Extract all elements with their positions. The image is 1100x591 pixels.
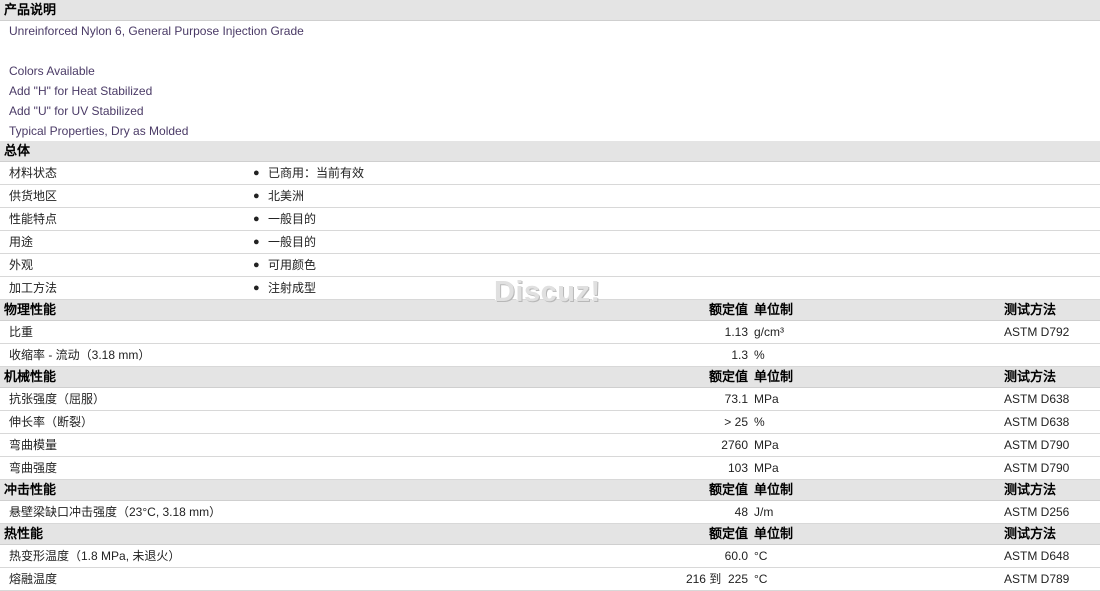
property-value: 1.13: [724, 325, 748, 339]
description-blank-line: [0, 41, 1100, 61]
test-method: ASTM D648: [1004, 549, 1070, 563]
table-row: 材料状态 ● 已商用：当前有效: [0, 162, 1100, 185]
property-value: 216 到 225: [685, 572, 748, 586]
table-row: 弯曲模量 2760 MPa ASTM D790: [0, 434, 1100, 457]
property-label: 热变形温度（1.8 MPa, 未退火）: [9, 549, 181, 563]
section-title: 物理性能: [4, 302, 57, 317]
property-unit: %: [754, 415, 765, 429]
column-header-value: 额定值: [708, 369, 748, 384]
description-line: Add "H" for Heat Stabilized: [9, 84, 153, 98]
property-value: 一般目的: [268, 212, 317, 226]
property-value: 2760: [721, 438, 748, 452]
property-unit: °C: [754, 549, 768, 563]
table-row: 伸长率（断裂） > 25 % ASTM D638: [0, 411, 1100, 434]
property-value: 73.1: [724, 392, 748, 406]
property-label: 伸长率（断裂）: [9, 415, 94, 429]
table-row: 收缩率 - 流动（3.18 mm） 1.3 %: [0, 344, 1100, 367]
property-unit: MPa: [754, 461, 779, 475]
section-header-mechanical: 机械性能 额定值 单位制 测试方法: [0, 367, 1100, 388]
property-unit: MPa: [754, 438, 779, 452]
property-unit: °C: [754, 572, 768, 586]
property-unit: MPa: [754, 392, 779, 406]
property-value: > 25: [724, 415, 748, 429]
property-label: 比重: [9, 325, 34, 339]
test-method: ASTM D256: [1004, 505, 1070, 519]
property-value: 60.0: [724, 549, 748, 563]
property-value: 103: [727, 461, 748, 475]
test-method: ASTM D638: [1004, 415, 1070, 429]
bullet-icon: ●: [253, 259, 260, 271]
property-label: 材料状态: [9, 166, 58, 180]
bullet-icon: ●: [253, 190, 260, 202]
section-title: 总体: [4, 143, 31, 158]
section-header-impact: 冲击性能 额定值 单位制 测试方法: [0, 480, 1100, 501]
section-title: 机械性能: [4, 369, 57, 384]
property-label: 弯曲模量: [9, 438, 58, 452]
property-value: 可用颜色: [268, 258, 317, 272]
table-row: 性能特点 ● 一般目的: [0, 208, 1100, 231]
test-method: ASTM D789: [1004, 572, 1070, 586]
table-row: 熔融温度 216 到 225 °C ASTM D789: [0, 568, 1100, 591]
property-label: 抗张强度（屈服）: [9, 392, 106, 406]
column-header-unit: 单位制: [754, 369, 794, 384]
property-value: 北美洲: [268, 189, 305, 203]
property-value: 注射成型: [268, 281, 317, 295]
section-header-general: 总体: [0, 141, 1100, 162]
property-value: 48: [734, 505, 748, 519]
property-unit: %: [754, 348, 765, 362]
test-method: ASTM D792: [1004, 325, 1070, 339]
test-method: ASTM D790: [1004, 438, 1070, 452]
property-unit: g/cm³: [754, 325, 784, 339]
watermark-logo: Discuz!: [494, 276, 601, 308]
property-label: 供货地区: [9, 189, 58, 203]
section-title: 热性能: [4, 526, 44, 541]
column-header-unit: 单位制: [754, 526, 794, 541]
section-header-description: 产品说明: [0, 0, 1100, 21]
table-row: 供货地区 ● 北美洲: [0, 185, 1100, 208]
table-row: 悬壁梁缺口冲击强度（23°C, 3.18 mm） 48 J/m ASTM D25…: [0, 501, 1100, 524]
section-title: 产品说明: [4, 2, 57, 17]
property-label: 悬壁梁缺口冲击强度（23°C, 3.18 mm）: [9, 505, 222, 519]
test-method: ASTM D638: [1004, 392, 1070, 406]
property-value: 1.3: [731, 348, 748, 362]
table-row: 用途 ● 一般目的: [0, 231, 1100, 254]
property-unit: J/m: [754, 505, 774, 519]
bullet-icon: ●: [253, 282, 260, 294]
property-label: 加工方法: [9, 281, 58, 295]
column-header-value: 额定值: [708, 302, 748, 317]
table-row: 弯曲强度 103 MPa ASTM D790: [0, 457, 1100, 480]
description-line: Colors Available: [9, 64, 95, 78]
section-title: 冲击性能: [4, 482, 57, 497]
property-label: 熔融温度: [9, 572, 58, 586]
bullet-icon: ●: [253, 213, 260, 225]
test-method: ASTM D790: [1004, 461, 1070, 475]
section-header-thermal: 热性能 额定值 单位制 测试方法: [0, 524, 1100, 545]
column-header-value: 额定值: [708, 526, 748, 541]
description-line: Add "U" for UV Stabilized: [9, 104, 144, 118]
bullet-icon: ●: [253, 236, 260, 248]
property-value: 已商用：当前有效: [268, 166, 365, 180]
description-line: Unreinforced Nylon 6, General Purpose In…: [9, 24, 304, 38]
table-row: 热变形温度（1.8 MPa, 未退火） 60.0 °C ASTM D648: [0, 545, 1100, 568]
column-header-unit: 单位制: [754, 302, 794, 317]
column-header-method: 测试方法: [1004, 482, 1057, 497]
column-header-method: 测试方法: [1004, 526, 1057, 541]
column-header-method: 测试方法: [1004, 369, 1057, 384]
table-row: 外观 ● 可用颜色: [0, 254, 1100, 277]
property-label: 收缩率 - 流动（3.18 mm）: [9, 348, 151, 362]
table-row: 比重 1.13 g/cm³ ASTM D792: [0, 321, 1100, 344]
column-header-value: 额定值: [708, 482, 748, 497]
column-header-method: 测试方法: [1004, 302, 1057, 317]
bullet-icon: ●: [253, 167, 260, 179]
table-row: 抗张强度（屈服） 73.1 MPa ASTM D638: [0, 388, 1100, 411]
property-label: 弯曲强度: [9, 461, 58, 475]
property-label: 外观: [9, 258, 34, 272]
column-header-unit: 单位制: [754, 482, 794, 497]
description-line: Typical Properties, Dry as Molded: [9, 124, 189, 138]
property-label: 性能特点: [9, 212, 58, 226]
property-value: 一般目的: [268, 235, 317, 249]
property-label: 用途: [9, 235, 34, 249]
